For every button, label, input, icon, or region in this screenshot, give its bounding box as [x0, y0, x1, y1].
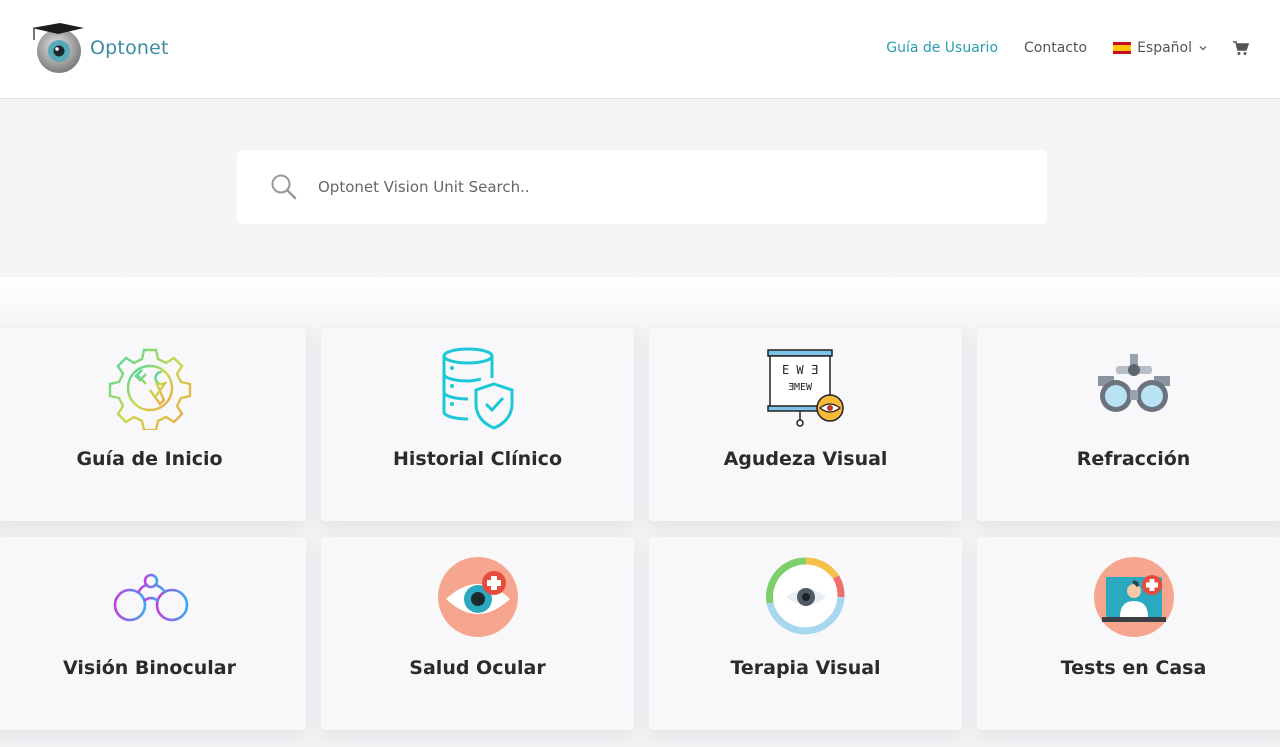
category-grid: Guía de Inicio Historial Clínico E W Ǝ Ǝ…: [0, 328, 1280, 747]
phoropter-icon: [1097, 354, 1170, 412]
card-vision-binocular[interactable]: Visión Binocular: [0, 537, 306, 730]
chevron-down-icon: [1199, 46, 1207, 51]
card-label: Visión Binocular: [63, 657, 236, 679]
gear-tools-icon: [108, 348, 191, 430]
cart-icon[interactable]: [1232, 40, 1250, 56]
card-terapia-visual[interactable]: Terapia Visual: [649, 537, 962, 730]
site-header: Optonet Guía de Usuario Contacto Español: [0, 0, 1280, 99]
nav-guia-usuario[interactable]: Guía de Usuario: [886, 40, 998, 56]
search-input[interactable]: [316, 166, 1000, 208]
card-label: Agudeza Visual: [723, 448, 888, 470]
logo-text: Optonet: [90, 37, 169, 59]
search-icon: [271, 174, 297, 200]
card-label: Tests en Casa: [1060, 657, 1207, 679]
language-label: Español: [1137, 40, 1192, 56]
search-section: [0, 99, 1280, 277]
search-box[interactable]: [237, 150, 1047, 224]
card-agudeza-visual[interactable]: E W Ǝ ƎMEW Agudeza Visual: [649, 328, 962, 521]
spain-flag-icon: [1113, 42, 1132, 54]
language-selector[interactable]: Español: [1113, 40, 1208, 56]
logo[interactable]: Optonet: [30, 20, 180, 76]
svg-text:ƎMEW: ƎMEW: [787, 382, 812, 393]
doctor-screen-icon: [1093, 557, 1174, 637]
svg-text:E W Ǝ: E W Ǝ: [781, 363, 817, 377]
card-guia-inicio[interactable]: Guía de Inicio: [0, 328, 306, 521]
main-nav: Guía de Usuario Contacto Español: [860, 36, 1250, 60]
nav-contacto[interactable]: Contacto: [1024, 40, 1087, 56]
eye-health-icon: [437, 557, 518, 637]
binocular-glasses-icon: [113, 573, 188, 622]
card-label: Refracción: [1076, 448, 1191, 470]
card-label: Terapia Visual: [730, 657, 881, 679]
card-label: Historial Clínico: [392, 448, 562, 470]
card-label: Salud Ocular: [409, 657, 546, 679]
card-tests-en-casa[interactable]: Tests en Casa: [977, 537, 1280, 730]
card-refraccion[interactable]: Refracción: [977, 328, 1280, 521]
card-label: Guía de Inicio: [76, 448, 223, 470]
database-shield-icon: [442, 347, 513, 430]
eye-graduate-logo-icon: [32, 23, 84, 73]
eye-therapy-icon: [765, 557, 845, 635]
card-salud-ocular[interactable]: Salud Ocular: [321, 537, 634, 730]
card-historial-clinico[interactable]: Historial Clínico: [321, 328, 634, 521]
eye-chart-icon: E W Ǝ ƎMEW: [766, 349, 844, 427]
